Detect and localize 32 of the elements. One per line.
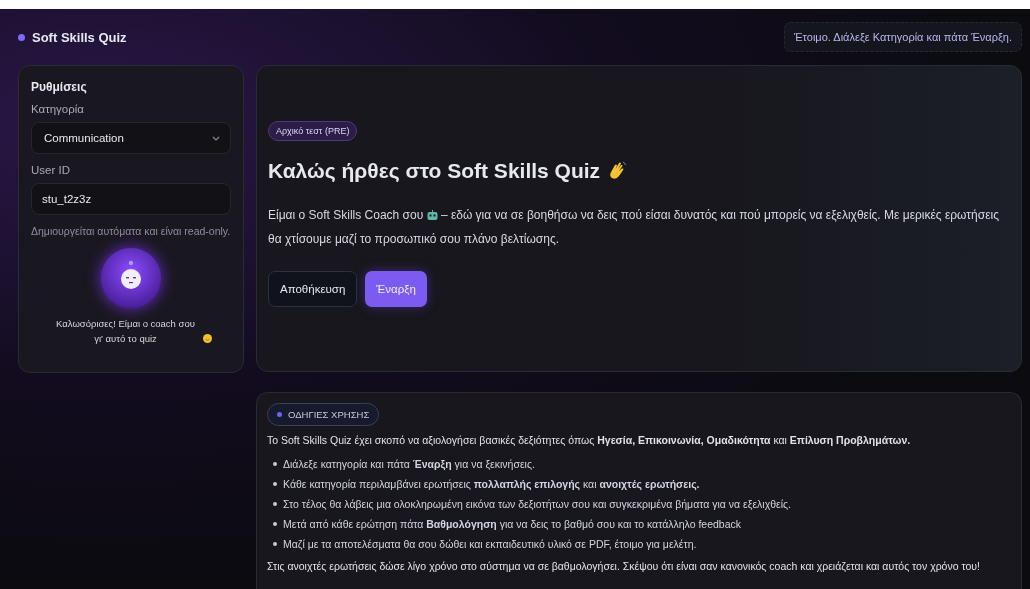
- category-select[interactable]: Communication: [31, 122, 231, 154]
- intro-text: Είμαι ο Soft Skills Coach σου – εδώ για να σε βοηθήσω να δεις πού είσαι δυνατός και πού μπορείς να εξελιχθείς. Με μερικές ερωτήσεις θα χτίσουμε μαζί το προσωπικό σου πλάνο βελτίωσης.: [268, 208, 999, 246]
- bullet-icon: [273, 502, 277, 506]
- welcome-title: Καλώς ήρθες στο Soft Skills Quiz: [268, 159, 601, 183]
- bullet-icon: [273, 542, 277, 546]
- bullet-icon: [273, 462, 277, 466]
- field-hint: Δημιουργείται αυτόματα και είναι read-only.: [31, 224, 231, 239]
- action-button[interactable]: Αποθήκευση: [268, 271, 358, 307]
- robot-icon: [426, 210, 438, 220]
- test-badge: Αρχικό τεστ (PRE): [268, 121, 358, 141]
- logo-dot-icon: [18, 33, 25, 41]
- instruction-item: Μαζί με τα αποτελέσματα θα σου δώθει και εκπαιδευτικό υλικό σε PDF, έτοιμο για μελέτη.: [283, 537, 697, 552]
- robot-avatar-icon: [101, 248, 161, 308]
- instruction-item: Στο τέλος θα λάβεις μια ολοκληρωμένη εικόνα των δεξιοτήτων σου και συγκεκριμένα βήματα για να εξελιχθείς.: [283, 497, 791, 512]
- status-message: Έτοιμο. Διάλεξε Κατηγορία και πάτα Έναρξη.: [784, 22, 1022, 52]
- instructions-intro: Το Soft Skills Quiz έχει σκοπό να αξιολογήσει βασικές δεξιότητες όπως Ηγεσία, Επικοινωνία, Ομαδικότητα και Επίλυση Προβλημάτων.: [267, 433, 912, 448]
- action-button[interactable]: Έναρξη: [365, 271, 427, 307]
- field-label: User ID: [31, 164, 71, 176]
- user-id-field[interactable]: stu_t2z3z: [31, 183, 231, 215]
- coach-message: Καλωσόρισες! Είμαι ο coach σου γι' αυτό το quiz: [55, 317, 196, 346]
- instruction-item: Διάλεξε κατηγορία και πάτα Έναρξη για να ξεκινήσεις.: [283, 457, 535, 472]
- field-label: Κατηγορία: [31, 103, 85, 115]
- bullet-icon: [273, 482, 277, 486]
- bullet-icon: [273, 522, 277, 526]
- instructions-badge: ΟΔΗΓΙΕΣ ΧΡΗΣΗΣ: [267, 403, 380, 426]
- instructions-note: Στις ανοιχτές ερωτήσεις δώσε λίγο χρόνο στο σύστημα να σε βαθμολογήσει. Σκέψου ότι είναι σαν κανονικός coach και χρειάζεται και αυτός τον χρόνο του!: [267, 559, 981, 574]
- chevron-down-icon: [212, 135, 220, 141]
- smiley-icon: [202, 334, 212, 343]
- instruction-item: Κάθε κατηγορία περιλαμβάνει ερωτήσεις πολλαπλής επιλογής και ανοιχτές ερωτήσεις.: [283, 477, 700, 492]
- panel-title: Ρυθμίσεις: [31, 80, 88, 94]
- instruction-item: Μετά από κάθε ερώτηση πάτα Βαθμολόγηση για να δεις το βαθμό σου και το κατάλληλο feedback: [283, 517, 742, 532]
- app-title: Soft Skills Quiz: [32, 29, 127, 45]
